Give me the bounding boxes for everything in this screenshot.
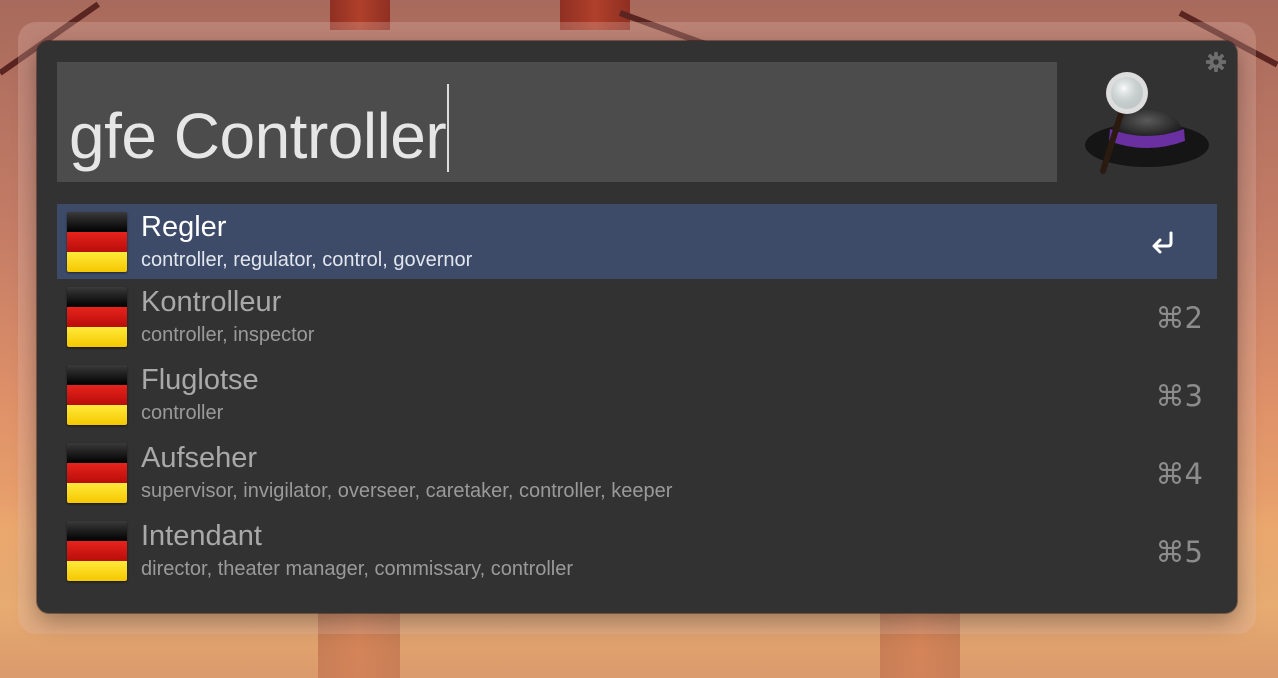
search-input[interactable]: gfe Controller (69, 84, 450, 176)
german-flag-icon (67, 521, 127, 581)
return-key-icon (1152, 231, 1173, 254)
result-title: Fluglotse (141, 364, 259, 396)
result-row[interactable]: Fluglotse controller ⌘3 (57, 357, 1217, 435)
desktop-background: gfe Controller Regler controller, regula… (0, 0, 1278, 678)
german-flag-icon (67, 212, 127, 272)
results-list: Regler controller, regulator, control, g… (57, 204, 1217, 591)
search-query: gfe Controller (69, 100, 447, 172)
german-flag-icon (67, 365, 127, 425)
shortcut-label: ⌘3 (1155, 379, 1203, 413)
result-row[interactable]: Intendant director, theater manager, com… (57, 513, 1217, 591)
result-row[interactable]: Kontrolleur controller, inspector ⌘2 (57, 279, 1217, 357)
result-subtitle: controller, regulator, control, governor (141, 249, 473, 271)
result-title: Kontrolleur (141, 286, 282, 318)
result-row[interactable]: Regler controller, regulator, control, g… (57, 204, 1217, 279)
result-title: Regler (141, 211, 227, 243)
german-flag-icon (67, 287, 127, 347)
alfred-hat-icon (1085, 72, 1209, 174)
result-row[interactable]: Aufseher supervisor, invigilator, overse… (57, 435, 1217, 513)
result-subtitle: director, theater manager, commissary, c… (141, 558, 574, 580)
shortcut-label: ⌘5 (1155, 535, 1203, 569)
search-box[interactable]: gfe Controller (57, 62, 1057, 182)
german-flag-icon (67, 443, 127, 503)
shortcut-label: ⌘4 (1155, 457, 1203, 491)
shortcut-label: ⌘2 (1155, 301, 1203, 335)
result-subtitle: controller (141, 402, 224, 424)
result-subtitle: supervisor, invigilator, overseer, caret… (141, 480, 673, 502)
result-subtitle: controller, inspector (141, 324, 315, 346)
alfred-window: gfe Controller Regler controller, regula… (37, 41, 1237, 613)
text-caret (447, 84, 450, 172)
result-title: Aufseher (141, 442, 258, 474)
result-title: Intendant (141, 520, 262, 552)
